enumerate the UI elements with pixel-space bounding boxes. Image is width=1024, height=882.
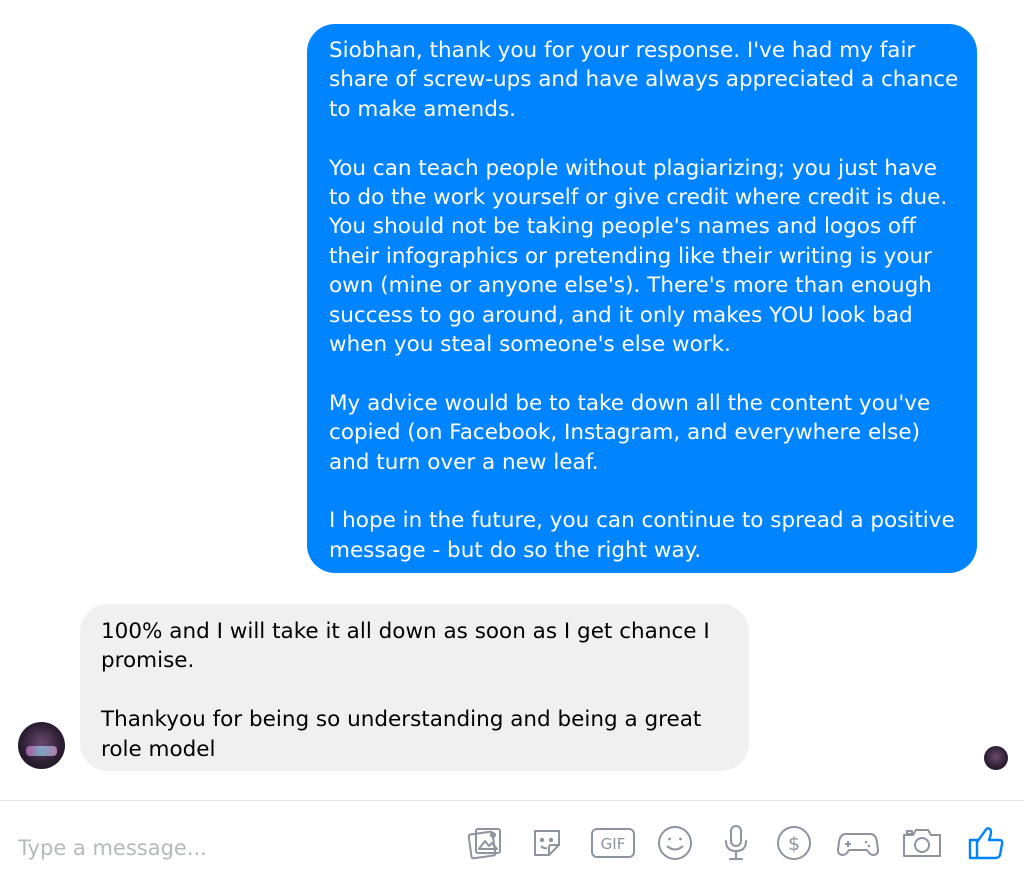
message-paragraph: Siobhan, thank you for your response. I'…	[329, 38, 959, 122]
sticker-icon[interactable]	[528, 823, 566, 863]
payment-icon[interactable]: $	[775, 823, 813, 863]
message-paragraph: I hope in the future, you can continue t…	[329, 508, 955, 563]
like-icon[interactable]	[964, 823, 1008, 863]
outgoing-message-bubble[interactable]: Siobhan, thank you for your response. I'…	[307, 24, 977, 573]
gif-label: GIF	[601, 835, 626, 853]
game-icon[interactable]	[836, 823, 880, 863]
image-icon[interactable]	[466, 823, 504, 863]
emoji-icon[interactable]	[656, 823, 694, 863]
message-composer: GIF $	[0, 800, 1024, 882]
message-paragraph: 100% and I will take it all down as soon…	[101, 619, 710, 674]
message-input[interactable]	[18, 833, 438, 863]
message-paragraph: My advice would be to take down all the …	[329, 390, 931, 475]
microphone-icon[interactable]	[717, 823, 755, 863]
message-paragraph: You can teach people without plagiarizin…	[329, 155, 948, 358]
sender-avatar[interactable]	[18, 722, 65, 769]
camera-icon[interactable]	[900, 823, 944, 863]
gif-icon[interactable]: GIF	[590, 823, 636, 863]
message-paragraph: Thankyou for being so understanding and …	[101, 707, 702, 762]
payment-symbol: $	[788, 833, 800, 855]
message-thread: Siobhan, thank you for your response. I'…	[0, 0, 1024, 800]
seen-indicator-avatar	[984, 746, 1008, 770]
incoming-message-bubble[interactable]: 100% and I will take it all down as soon…	[80, 604, 749, 771]
